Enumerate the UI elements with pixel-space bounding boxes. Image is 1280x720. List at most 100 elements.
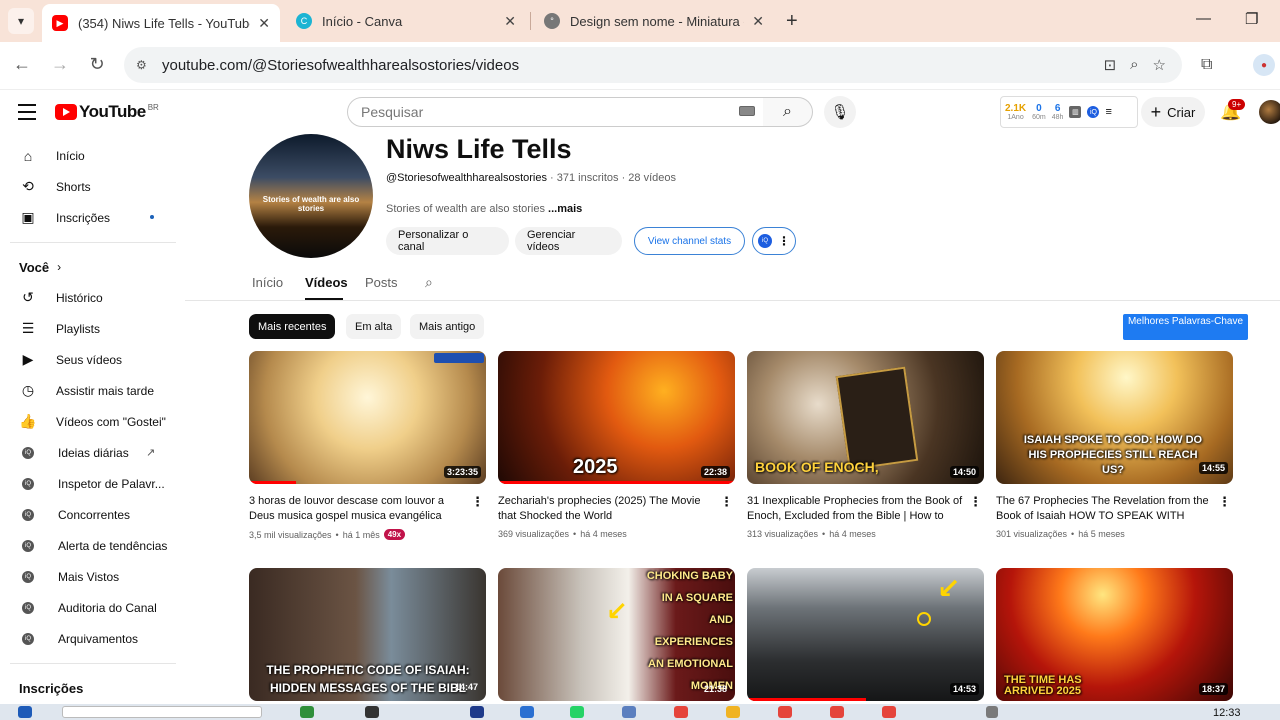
app-icon[interactable] [622, 706, 636, 718]
vidiq-stats-widget[interactable]: 2.1K 1Ano 0 60m 6 48h ▥ iQ ≡ [1000, 96, 1138, 128]
chip-oldest[interactable]: Mais antigo [410, 314, 485, 339]
best-keywords-button[interactable]: Melhores Palavras-Chave [1123, 314, 1248, 340]
close-icon[interactable]: ✕ [752, 13, 764, 30]
chip-latest[interactable]: Mais recentes [249, 314, 336, 339]
create-button[interactable]: + Criar [1141, 97, 1205, 127]
more-link[interactable]: ...mais [548, 203, 582, 215]
menu-lines-icon[interactable]: ≡ [1105, 106, 1111, 118]
view-channel-stats-button[interactable]: View channel stats [634, 227, 745, 255]
new-tab-icon[interactable]: + [786, 10, 798, 33]
sidebar-item-daily-ideas[interactable]: iQ Ideias diárias ↗ [0, 437, 180, 468]
video-title[interactable]: Zechariah's prophecies (2025) The Movie … [498, 494, 718, 524]
chrome-icon[interactable] [778, 706, 792, 718]
video-thumbnail[interactable]: ISAIAH SPOKE TO GOD: HOW DO HIS PROPHECI… [996, 351, 1233, 484]
sidebar-item-subscriptions[interactable]: ▣ Inscrições [0, 202, 180, 233]
video-title[interactable]: The 67 Prophecies The Revelation from th… [996, 494, 1216, 524]
sidebar-item-playlists[interactable]: ☰ Playlists [0, 313, 180, 344]
notification-tray-icon[interactable] [986, 706, 998, 718]
minimize-icon[interactable]: — [1196, 10, 1211, 27]
video-thumbnail[interactable]: 3:23:35 [249, 351, 486, 484]
windows-start-icon[interactable] [18, 706, 32, 718]
install-app-icon[interactable]: ⊡ [1104, 56, 1117, 74]
account-avatar[interactable] [1259, 100, 1280, 124]
browser-tab-canva[interactable]: C Início - Canva ✕ [286, 4, 526, 38]
sidebar-you-heading[interactable]: Você › [0, 252, 180, 282]
tab-videos[interactable]: Vídeos [305, 275, 348, 290]
keyboard-icon[interactable] [739, 106, 755, 116]
sidebar-item-home[interactable]: ⌂ Início [0, 140, 180, 171]
close-icon[interactable]: ✕ [504, 13, 516, 30]
video-thumbnail[interactable]: "POPE FRANCIS SAVES A CHOKING BABY IN A … [498, 568, 735, 701]
channel-avatar[interactable]: Stories of wealth are also stories [249, 134, 373, 258]
close-icon[interactable]: ✕ [258, 15, 270, 32]
video-thumbnail[interactable]: THE TIME HAS ARRIVED 2025 18:37 [996, 568, 1233, 701]
tab-home[interactable]: Início [252, 275, 283, 290]
search-button[interactable]: ⌕ [763, 97, 813, 127]
channel-description[interactable]: Stories of wealth are also stories ...ma… [386, 203, 582, 215]
profile-icon[interactable]: ● [1253, 54, 1275, 76]
video-thumbnail[interactable]: ↙ 14:53 [747, 568, 984, 701]
task-view-icon[interactable] [365, 706, 379, 718]
sidebar-item-watch-later[interactable]: ◷ Assistir mais tarde [0, 375, 180, 406]
more-vert-icon[interactable]: ⋮ [1218, 494, 1231, 510]
edge-icon[interactable] [520, 706, 534, 718]
video-card[interactable]: 3:23:35 3 horas de louvor descase com lo… [249, 351, 486, 540]
chip-popular[interactable]: Em alta [346, 314, 402, 339]
sidebar-item-channel-audit[interactable]: iQ Auditoria do Canal [0, 592, 180, 623]
app-icon[interactable] [470, 706, 484, 718]
tab-search-button[interactable]: ▾ [8, 8, 34, 34]
chrome-icon[interactable] [882, 706, 896, 718]
video-thumbnail[interactable]: 2025 22:38 [498, 351, 735, 484]
browser-tab-design[interactable]: ° Design sem nome - Miniatura d ✕ [534, 4, 774, 38]
vidiq-options-button[interactable]: iQ ⋮ [752, 227, 796, 255]
reload-icon[interactable]: ↻ [85, 54, 109, 75]
chrome-icon[interactable] [674, 706, 688, 718]
whatsapp-icon[interactable] [570, 706, 584, 718]
sidebar-item-history[interactable]: ↺ Histórico [0, 282, 180, 313]
customize-channel-button[interactable]: Personalizar o canal [386, 227, 509, 255]
sidebar-item-shorts[interactable]: ⟲ Shorts [0, 171, 180, 202]
video-thumbnail[interactable]: BOOK OF ENOCH, 14:50 [747, 351, 984, 484]
chrome-icon[interactable] [830, 706, 844, 718]
browser-tab-youtube[interactable]: ▶ (354) Niws Life Tells - YouTube ✕ [42, 4, 280, 42]
taskbar-search-box[interactable] [62, 706, 262, 718]
restore-icon[interactable]: ❐ [1245, 10, 1258, 28]
manage-videos-button[interactable]: Gerenciar vídeos [515, 227, 622, 255]
video-card[interactable]: THE TIME HAS ARRIVED 2025 18:37 [996, 568, 1233, 701]
sidebar-item-trend-alerts[interactable]: iQ Alerta de tendências [0, 530, 180, 561]
address-bar[interactable]: ⚙ youtube.com/@Storiesofwealthharealsost… [124, 47, 1182, 83]
more-vert-icon[interactable]: ⋮ [969, 494, 982, 510]
site-info-icon[interactable]: ⚙ [136, 58, 152, 72]
sidebar-item-liked[interactable]: 👍 Vídeos com "Gostei" [0, 406, 180, 437]
video-card[interactable]: 2025 22:38 Zechariah's prophecies (2025)… [498, 351, 735, 539]
video-card[interactable]: "POPE FRANCIS SAVES A CHOKING BABY IN A … [498, 568, 735, 701]
chart-icon[interactable]: ▥ [1069, 106, 1082, 118]
sidebar-item-most-viewed[interactable]: iQ Mais Vistos [0, 561, 180, 592]
back-icon[interactable]: ← [10, 54, 34, 75]
file-explorer-icon[interactable] [726, 706, 740, 718]
sidebar-item-keyword-inspector[interactable]: iQ Inspetor de Palavr... [0, 468, 180, 499]
video-title[interactable]: 31 Inexplicable Prophecies from the Book… [747, 494, 967, 524]
video-thumbnail[interactable]: THE PROPHETIC CODE OF ISAIAH: HIDDEN MES… [249, 568, 486, 701]
more-vert-icon[interactable]: ⋮ [720, 494, 733, 510]
bookmark-star-icon[interactable]: ☆ [1153, 56, 1166, 74]
tab-posts[interactable]: Posts [365, 275, 398, 290]
video-card[interactable]: ISAIAH SPOKE TO GOD: HOW DO HIS PROPHECI… [996, 351, 1233, 539]
voice-search-button[interactable]: 🎙 [824, 96, 856, 128]
menu-icon[interactable] [18, 104, 36, 125]
video-card[interactable]: BOOK OF ENOCH, 14:50 31 Inexplicable Pro… [747, 351, 984, 539]
video-card[interactable]: THE PROPHETIC CODE OF ISAIAH: HIDDEN MES… [249, 568, 486, 701]
more-vert-icon[interactable]: ⋮ [471, 494, 484, 510]
search-input[interactable]: Pesquisar [347, 97, 764, 127]
sidebar-item-competitors[interactable]: iQ Concorrentes [0, 499, 180, 530]
youtube-logo[interactable]: YouTube BR [55, 102, 159, 122]
sidebar-item-your-videos[interactable]: ▶ Seus vídeos [0, 344, 180, 375]
sidebar-item-archives[interactable]: iQ Arquivamentos [0, 623, 180, 654]
forward-icon[interactable]: → [48, 54, 72, 75]
vidiq-icon[interactable]: iQ [1087, 106, 1100, 118]
zoom-icon[interactable]: ⌕ [1130, 56, 1138, 74]
video-card[interactable]: ↙ 14:53 [747, 568, 984, 701]
channel-search-icon[interactable]: ⌕ [425, 274, 433, 291]
plant-icon[interactable] [300, 706, 314, 718]
video-title[interactable]: 3 horas de louvor descase com louvor a D… [249, 494, 469, 524]
